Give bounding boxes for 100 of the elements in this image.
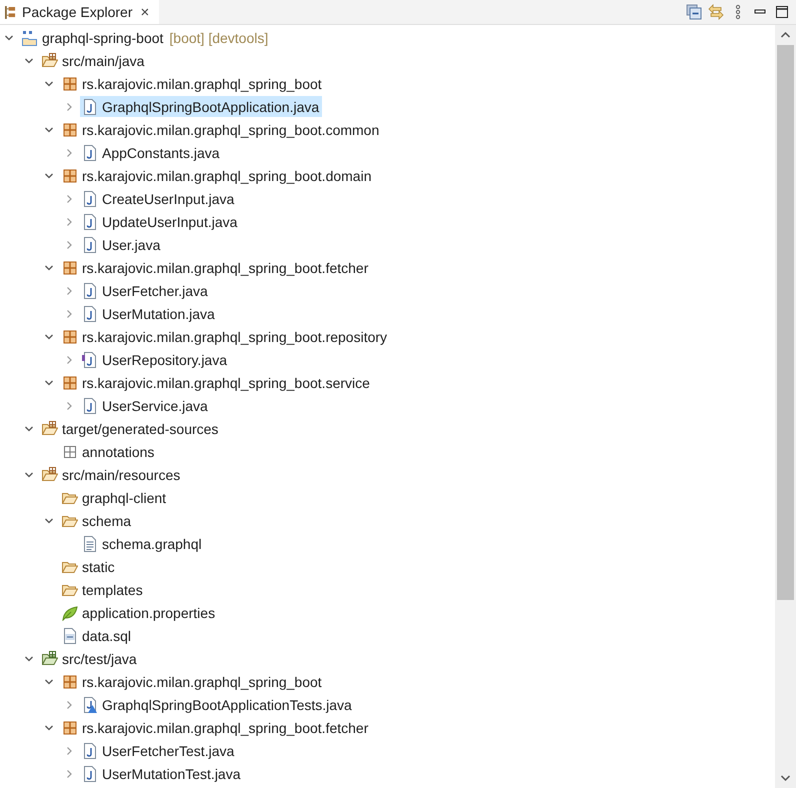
collapse-all-icon[interactable] bbox=[686, 4, 702, 20]
source-folder-icon bbox=[42, 420, 58, 436]
chevron-right-icon[interactable] bbox=[64, 240, 74, 250]
item-label: schema bbox=[82, 512, 132, 528]
chevron-down-icon[interactable] bbox=[44, 78, 54, 88]
tree-item[interactable]: CreateUserInput.java bbox=[80, 188, 238, 209]
chevron-right-icon[interactable] bbox=[64, 102, 74, 112]
java-file-icon bbox=[82, 398, 98, 414]
chevron-down-icon[interactable] bbox=[44, 676, 54, 686]
tree-item[interactable]: rs.karajovic.milan.graphql_spring_boot.common bbox=[60, 119, 382, 140]
tree-item[interactable]: graphql-client bbox=[60, 487, 170, 508]
item-label: application.properties bbox=[82, 604, 216, 620]
tree-item[interactable]: rs.karajovic.milan.graphql_spring_boot bbox=[60, 73, 325, 94]
item-label: src/test/java bbox=[62, 650, 137, 666]
chevron-down-icon[interactable] bbox=[44, 170, 54, 180]
item-label: annotations bbox=[82, 444, 154, 460]
item-label: GraphqlSpringBootApplicationTests.java bbox=[102, 696, 352, 712]
tree-item[interactable]: rs.karajovic.milan.graphql_spring_boot.fetcher bbox=[60, 257, 372, 278]
item-label: rs.karajovic.milan.graphql_spring_boot.domain bbox=[82, 168, 372, 184]
link-arrows-icon[interactable] bbox=[708, 4, 724, 20]
source-folder-icon bbox=[42, 52, 58, 68]
package-icon bbox=[62, 720, 78, 736]
chevron-down-icon[interactable] bbox=[44, 124, 54, 134]
scrollbar[interactable] bbox=[775, 25, 796, 788]
chevron-down-icon[interactable] bbox=[44, 332, 54, 342]
chevron-right-icon[interactable] bbox=[64, 216, 74, 226]
item-label: UserService.java bbox=[102, 398, 208, 414]
java-file-icon bbox=[82, 766, 98, 782]
tree-item[interactable]: UserService.java bbox=[80, 395, 211, 416]
chevron-down-icon[interactable] bbox=[44, 378, 54, 388]
tree-item[interactable]: UserFetcherTest.java bbox=[80, 740, 238, 761]
tree-item[interactable]: rs.karajovic.milan.graphql_spring_boot.fetcher bbox=[60, 717, 372, 738]
tree-item[interactable]: annotations bbox=[60, 441, 158, 462]
chevron-right-icon[interactable] bbox=[64, 308, 74, 318]
tree-item[interactable]: UserRepository.java bbox=[80, 349, 230, 370]
view-tab[interactable]: Package Explorer × bbox=[0, 0, 160, 24]
tree-item[interactable]: UpdateUserInput.java bbox=[80, 211, 240, 232]
tree-item[interactable]: rs.karajovic.milan.graphql_spring_boot.service bbox=[60, 372, 373, 393]
tree-item[interactable]: src/main/java bbox=[40, 50, 148, 71]
leaf-icon bbox=[62, 604, 78, 620]
chevron-down-icon[interactable] bbox=[44, 516, 54, 526]
item-decoration: [boot] [devtools] bbox=[169, 30, 268, 46]
chevron-down-icon[interactable] bbox=[24, 424, 34, 434]
chevron-right-icon[interactable] bbox=[64, 400, 74, 410]
tree-item[interactable]: GraphqlSpringBootApplicationTests.java bbox=[80, 694, 355, 715]
item-label: schema.graphql bbox=[102, 536, 202, 552]
chevron-right-icon[interactable] bbox=[64, 354, 74, 364]
tree-item[interactable]: UserFetcher.java bbox=[80, 280, 211, 301]
tree-item[interactable]: AppConstants.java bbox=[80, 142, 223, 163]
item-label: static bbox=[82, 558, 115, 574]
chevron-down-icon[interactable] bbox=[24, 56, 34, 66]
chevron-right-icon[interactable] bbox=[64, 746, 74, 756]
chevron-right-icon[interactable] bbox=[64, 148, 74, 158]
tree-item[interactable]: schema.graphql bbox=[80, 533, 205, 554]
item-label: UserMutation.java bbox=[102, 306, 215, 322]
item-label: UserMutationTest.java bbox=[102, 766, 241, 782]
chevron-down-icon[interactable] bbox=[4, 32, 14, 42]
chevron-down-icon[interactable] bbox=[44, 722, 54, 732]
tree-item[interactable]: GraphqlSpringBootApplication.java bbox=[80, 96, 322, 117]
chevron-right-icon[interactable] bbox=[64, 286, 74, 296]
package-icon bbox=[62, 328, 78, 344]
java-file-icon bbox=[82, 98, 98, 114]
item-label: data.sql bbox=[82, 628, 132, 644]
chevron-down-icon[interactable] bbox=[24, 654, 34, 664]
tree-item[interactable]: src/test/java bbox=[40, 648, 140, 669]
tree-item[interactable]: src/main/resources bbox=[40, 464, 184, 485]
close-button[interactable]: × bbox=[138, 4, 152, 20]
chevron-right-icon[interactable] bbox=[64, 194, 74, 204]
tree-item[interactable]: static bbox=[60, 556, 118, 577]
package-icon bbox=[62, 260, 78, 276]
tree-item[interactable]: graphql-spring-boot [boot] [devtools] bbox=[20, 27, 272, 48]
text-file-icon bbox=[82, 536, 98, 552]
tree-item[interactable]: schema bbox=[60, 510, 134, 531]
tree-item[interactable]: rs.karajovic.milan.graphql_spring_boot.domain bbox=[60, 165, 374, 186]
java-file-icon bbox=[82, 190, 98, 206]
tree-item[interactable]: target/generated-sources bbox=[40, 418, 222, 439]
item-label: rs.karajovic.milan.graphql_spring_boot.fetcher bbox=[82, 260, 368, 276]
tree-item[interactable]: UserMutation.java bbox=[80, 303, 218, 324]
tree-item[interactable]: User.java bbox=[80, 234, 164, 255]
tree-item[interactable]: rs.karajovic.milan.graphql_spring_boot.repository bbox=[60, 326, 390, 347]
item-label: rs.karajovic.milan.graphql_spring_boot.fetcher bbox=[82, 720, 368, 736]
test-folder-icon bbox=[42, 650, 58, 666]
item-label: graphql-client bbox=[82, 490, 166, 506]
chevron-down-icon[interactable] bbox=[44, 262, 54, 272]
java-file-icon bbox=[82, 306, 98, 322]
item-label: src/main/resources bbox=[62, 466, 180, 482]
tree-item[interactable]: UserMutationTest.java bbox=[80, 763, 244, 784]
item-label: target/generated-sources bbox=[62, 420, 218, 436]
tree-item[interactable]: data.sql bbox=[60, 625, 134, 646]
chevron-right-icon[interactable] bbox=[64, 700, 74, 710]
tree-item[interactable]: rs.karajovic.milan.graphql_spring_boot bbox=[60, 671, 325, 692]
chevron-right-icon[interactable] bbox=[64, 768, 74, 778]
tree-item[interactable]: templates bbox=[60, 579, 146, 600]
interface-file-icon bbox=[82, 352, 98, 368]
item-label: graphql-spring-boot bbox=[42, 30, 164, 46]
maximize-icon[interactable] bbox=[774, 4, 790, 20]
scrollbar-thumb[interactable] bbox=[777, 45, 794, 600]
item-label: rs.karajovic.milan.graphql_spring_boot bbox=[82, 674, 322, 690]
chevron-down-icon[interactable] bbox=[24, 470, 34, 480]
tree-item[interactable]: application.properties bbox=[60, 602, 218, 623]
